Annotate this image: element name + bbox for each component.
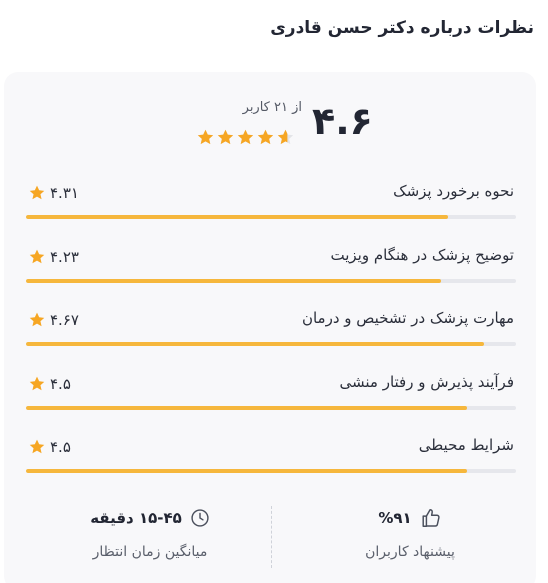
- star-icon: [28, 248, 46, 266]
- rating-label: مهارت پزشک در تشخیص و درمان: [301, 309, 514, 327]
- star-icon: [256, 128, 275, 148]
- rating-score: ۴.۲۳: [28, 246, 79, 268]
- star-icon: [276, 128, 295, 148]
- clock-icon: [190, 508, 210, 528]
- rating-row: توضیح پزشک در هنگام ویزیت ۴.۲۳: [22, 236, 518, 300]
- rating-bar: [26, 278, 516, 283]
- rating-row: نحوه برخورد پزشک ۴.۳۱: [22, 172, 518, 236]
- rating-score: ۴.۳۱: [28, 182, 79, 204]
- recommend-label: پیشنهاد کاربران: [365, 544, 455, 560]
- stats-footer: %۹۱ پیشنهاد کاربران ۱۵-۴۵ دقیقه میانگین …: [4, 502, 536, 582]
- rating-label: توضیح پزشک در هنگام ویزیت: [330, 245, 515, 264]
- rating-bar-fill: [26, 278, 441, 283]
- wait-time-stat: ۱۵-۴۵ دقیقه میانگین زمان انتظار: [30, 506, 270, 560]
- rating-bar-fill: [26, 215, 449, 219]
- divider: [271, 506, 272, 568]
- rating-row: شرایط محیطی ۴.۵: [22, 426, 518, 490]
- rating-value: ۴.۵: [50, 438, 71, 456]
- users-count: از ۲۱ کاربر: [242, 100, 302, 115]
- star-rating: [196, 128, 295, 148]
- star-icon: [28, 311, 46, 329]
- star-icon: [28, 184, 46, 202]
- recommend-stat: %۹۱ پیشنهاد کاربران: [290, 506, 530, 560]
- rating-label: نحوه برخورد پزشک: [393, 182, 514, 200]
- rating-value: ۴.۵: [50, 374, 71, 393]
- reviews-card: ۴.۶ از ۲۱ کاربر نحوه برخورد پزشک ۴.۳۱ تو…: [4, 72, 536, 583]
- recommend-value: %۹۱: [378, 509, 412, 527]
- wait-time-label: میانگین زمان انتظار: [92, 544, 208, 560]
- rating-value: ۴.۳۱: [50, 184, 79, 202]
- rating-score: ۴.۶۷: [28, 309, 79, 331]
- rating-value: ۴.۶۷: [50, 311, 79, 329]
- page-title: نظرات درباره دکتر حسن قادری: [270, 18, 534, 38]
- average-rating: ۴.۶: [312, 99, 373, 143]
- rating-score: ۴.۵: [28, 373, 71, 395]
- rating-bar-fill: [26, 405, 467, 410]
- rating-bar: [26, 469, 516, 473]
- rating-bar-fill: [26, 469, 467, 473]
- rating-row: مهارت پزشک در تشخیص و درمان ۴.۶۷: [22, 299, 518, 363]
- rating-row: فرآیند پذیرش و رفتار منشی ۴.۵: [22, 363, 518, 427]
- thumbs-up-icon: [420, 507, 442, 529]
- star-icon: [216, 128, 235, 148]
- rating-score: ۴.۵: [28, 436, 71, 458]
- rating-bar-fill: [26, 342, 484, 346]
- star-icon: [196, 128, 215, 148]
- rating-label: شرایط محیطی: [418, 436, 514, 454]
- star-icon: [28, 375, 46, 393]
- wait-time-value: ۱۵-۴۵ دقیقه: [90, 509, 182, 527]
- rating-bar: [26, 405, 516, 410]
- rating-bar: [26, 215, 516, 219]
- rating-breakdown: نحوه برخورد پزشک ۴.۳۱ توضیح پزشک در هنگا…: [22, 172, 518, 490]
- rating-bar: [26, 342, 516, 346]
- rating-value: ۴.۲۳: [50, 247, 79, 266]
- star-icon: [28, 438, 46, 456]
- star-icon: [236, 128, 255, 148]
- rating-summary: ۴.۶ از ۲۱ کاربر: [4, 96, 536, 156]
- rating-label: فرآیند پذیرش و رفتار منشی: [339, 372, 514, 391]
